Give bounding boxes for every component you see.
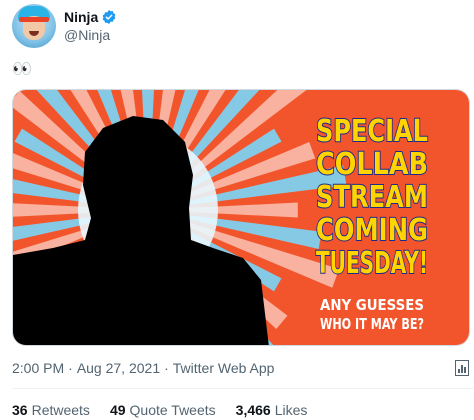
- display-name[interactable]: Ninja: [64, 9, 98, 25]
- subline-line: ANY GUESSES: [320, 296, 424, 314]
- headline-line: SPECIAL: [316, 114, 428, 149]
- likes-label: Likes: [274, 402, 308, 418]
- analytics-icon[interactable]: [455, 360, 469, 376]
- tweet-date[interactable]: Aug 27, 2021: [77, 360, 160, 376]
- tweet-media-image[interactable]: SPECIAL COLLAB STREAM COMING TUESDAY! ANY GU…: [12, 89, 470, 346]
- tweet-text: 👀: [12, 61, 33, 78]
- headline-line: COMING: [316, 213, 428, 248]
- retweets-label: Retweets: [31, 402, 90, 418]
- subline-line: WHO IT MAY BE?: [320, 315, 424, 333]
- verified-badge-icon: [102, 10, 116, 24]
- tweet-time[interactable]: 2:00 PM: [12, 360, 64, 376]
- quote-tweets-stat[interactable]: 49 Quote Tweets: [110, 402, 216, 418]
- tweet-card: Ninja @Ninja 👀 SPECIAL COLLAB STREAM COMING…: [0, 0, 474, 420]
- author-info: Ninja @Ninja: [64, 9, 117, 43]
- quotes-count: 49: [109, 402, 126, 418]
- headline-line: COLLAB: [316, 147, 428, 182]
- collab-stream-graphic: SPECIALCOLLABSTREAMCOMINGTUESDAY! ANY GU…: [13, 90, 469, 345]
- likes-count: 3,466: [235, 402, 271, 418]
- engagement-stats: 36 Retweets 49 Quote Tweets 3,466 Likes: [12, 402, 327, 418]
- handle[interactable]: @Ninja: [64, 27, 117, 43]
- quotes-label: Quote Tweets: [129, 402, 216, 418]
- retweets-stat[interactable]: 36 Retweets: [12, 402, 90, 418]
- retweets-count: 36: [12, 402, 28, 418]
- meta-separator: ·: [68, 360, 73, 376]
- headline-text: SPECIALCOLLABSTREAMCOMINGTUESDAY!: [315, 113, 429, 282]
- avatar[interactable]: [12, 4, 56, 48]
- divider: [12, 388, 474, 389]
- tweet-source[interactable]: Twitter Web App: [173, 360, 275, 376]
- tweet-meta: 2:00 PM · Aug 27, 2021 · Twitter Web App: [12, 360, 274, 376]
- likes-stat[interactable]: 3,466 Likes: [236, 402, 308, 418]
- subline-text: ANY GUESSESWHO IT MAY BE?: [320, 296, 424, 333]
- headline-line: STREAM: [316, 180, 428, 215]
- meta-separator-2: ·: [164, 360, 169, 376]
- tweet-header: Ninja @Ninja: [12, 4, 117, 48]
- headline-line: TUESDAY!: [316, 246, 428, 281]
